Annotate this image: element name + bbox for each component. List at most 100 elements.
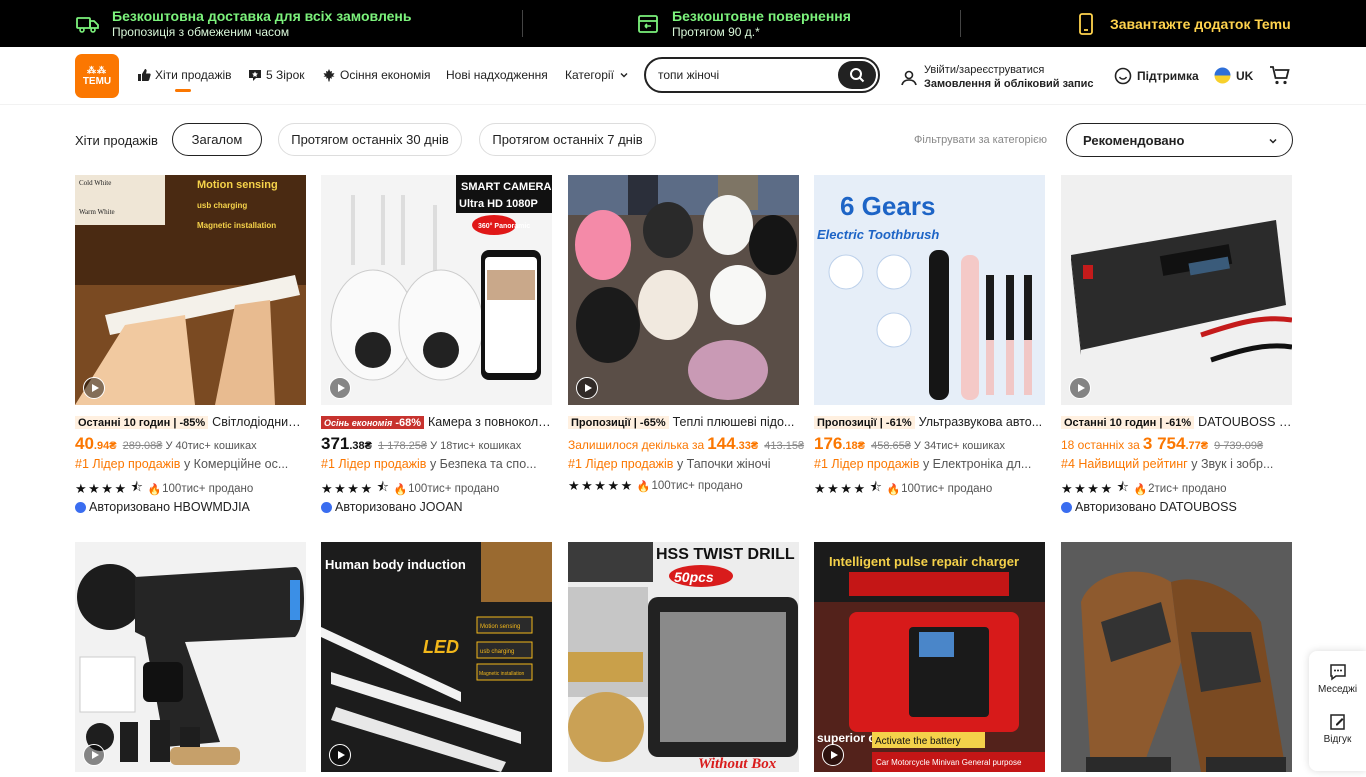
video-play-icon[interactable]: [1069, 377, 1091, 399]
rank-row[interactable]: #4 Найвищий рейтинг у Звук і зобр...: [1061, 457, 1292, 471]
search-button[interactable]: [838, 61, 876, 89]
logo-text: TEMU: [82, 76, 112, 87]
product-image[interactable]: [1061, 542, 1292, 772]
support-link[interactable]: Підтримка: [1114, 67, 1199, 85]
rating-row: ★★★★ ⯪ 🔥 2тис+ продано: [1061, 478, 1227, 500]
maple-leaf-icon: [323, 69, 335, 82]
product-image[interactable]: HSS TWIST DRILL 50pcs Without Box: [568, 542, 799, 772]
nav-autumn-savings[interactable]: Осіння економія: [322, 68, 431, 82]
seller-auth-row[interactable]: Авторизовано DATOUBOSS: [1061, 500, 1237, 514]
product-title: Теплі плюшеві підо...: [672, 415, 795, 429]
rank-label: #1 Лідер продажів: [814, 457, 920, 471]
price-main: 176: [814, 434, 843, 453]
image-text: 6 Gears: [840, 191, 935, 221]
site-header: ⁂⁂ TEMU Хіти продажів 5 Зірок Осіння еко…: [0, 47, 1366, 105]
account-sign-in: Увійти/зареєструватися: [924, 64, 1045, 76]
product-image[interactable]: Intelligent pulse repair charger superio…: [814, 542, 1045, 772]
language-selector[interactable]: UK: [1214, 67, 1253, 84]
image-text: Intelligent pulse repair charger: [829, 554, 1019, 569]
download-app-text: Завантажте додаток Temu: [1110, 15, 1291, 32]
nav-label: Категорії: [565, 68, 614, 82]
feedback-button[interactable]: Відгук: [1309, 713, 1366, 745]
thumbs-up-icon: [138, 69, 151, 81]
shopping-cart-icon: [1270, 66, 1290, 85]
product-title-row[interactable]: Пропозиції | -65% Теплі плюшеві підо...: [568, 415, 799, 429]
nav-new-arrivals[interactable]: Нові надходження: [446, 68, 548, 82]
messages-label: Меседжі: [1317, 684, 1358, 695]
feedback-edit-icon: [1329, 714, 1345, 730]
nav-best-sellers[interactable]: Хіти продажів: [137, 68, 232, 82]
price-row: 40.94₴ 289.08₴ У 40тис+ кошиках: [75, 434, 306, 454]
download-app-promo[interactable]: Завантажте додаток Temu: [1074, 0, 1291, 47]
deal-tag: Пропозиції | -61%: [814, 416, 915, 429]
filter-section-label: Хіти продажів: [75, 133, 158, 148]
image-text: 50pcs: [674, 569, 714, 585]
language-label: UK: [1236, 68, 1254, 83]
video-play-icon[interactable]: [329, 744, 351, 766]
video-play-icon[interactable]: [83, 744, 105, 766]
product-image[interactable]: [1061, 175, 1292, 405]
rating-row: ★★★★ ⯪ 🔥 100тис+ продано: [75, 478, 253, 500]
product-title-row[interactable]: Осінь економія -68% Камера з повнокольоро…: [321, 415, 552, 429]
shipping-title: Безкоштовна доставка для всіх замовлень: [112, 7, 412, 24]
cart-count: У 40тис+ кошиках: [165, 440, 257, 452]
video-play-icon[interactable]: [83, 377, 105, 399]
rank-category: у Електроніка дл...: [922, 457, 1032, 471]
seller-auth-row[interactable]: Авторизовано JOOAN: [321, 500, 463, 514]
rank-row[interactable]: #1 Лідер продажів у Тапочки жіночі: [568, 457, 799, 471]
product-title-row[interactable]: Останні 10 годин | -61%DATOUBOSS 15...: [1061, 415, 1292, 429]
rank-row[interactable]: #1 Лідер продажів у Електроніка дл...: [814, 457, 1045, 471]
rank-row[interactable]: #1 Лідер продажів у Безпека та спо...: [321, 457, 552, 471]
image-text: Car Motorcycle Minivan General purpose: [876, 758, 1022, 767]
account-menu[interactable]: Увійти/зареєструватися Замовлення й облі…: [900, 63, 1094, 92]
search-icon: [850, 68, 865, 83]
product-image[interactable]: Human body induction LED Motion sensing …: [321, 542, 552, 772]
product-title-row[interactable]: Останні 10 годин | -85% Світлодіодний ...: [75, 415, 306, 429]
nav-label: Осіння економія: [340, 68, 431, 82]
fire-icon: 🔥: [147, 483, 162, 496]
product-image[interactable]: SMART CAMERA Ultra HD 1080P 360° Panoram…: [321, 175, 552, 405]
messages-button[interactable]: Меседжі: [1309, 663, 1366, 695]
free-return-promo[interactable]: Безкоштовне повернення Протягом 90 д.*: [636, 0, 851, 47]
product-image[interactable]: 6 Gears Electric Toothbrush: [814, 175, 1045, 405]
price-note: Залишилося декілька за: [568, 438, 705, 452]
product-image[interactable]: [568, 175, 799, 405]
sort-dropdown[interactable]: Рекомендовано: [1066, 123, 1293, 157]
seller-auth-row[interactable]: Авторизовано HBOWMDJIA: [75, 500, 250, 514]
product-title: Світлодіодний ...: [212, 415, 306, 429]
price-cents: .18₴: [842, 440, 866, 452]
filter-pill-7-days[interactable]: Протягом останніх 7 днів: [479, 123, 656, 156]
nav-categories[interactable]: Категорії: [565, 68, 633, 82]
product-title-row[interactable]: Пропозиції | -61% Ультразвукова авто...: [814, 415, 1045, 429]
deal-tag-label: Пропозиції: [571, 417, 631, 429]
rank-category: у Безпека та спо...: [429, 457, 537, 471]
nav-5-stars[interactable]: 5 Зірок: [248, 68, 305, 82]
rank-label: #1 Лідер продажів: [568, 457, 674, 471]
old-price: 458.65₴: [871, 440, 911, 452]
product-image[interactable]: [75, 542, 306, 772]
free-shipping-promo[interactable]: Безкоштовна доставка для всіх замовлень …: [76, 0, 412, 47]
product-title: DATOUBOSS 15...: [1198, 415, 1292, 429]
rank-category: у Комерційне ос...: [183, 457, 289, 471]
filter-pill-30-days[interactable]: Протягом останніх 30 днів: [278, 123, 462, 156]
cart-button[interactable]: [1269, 64, 1291, 91]
temu-logo[interactable]: ⁂⁂ TEMU: [75, 54, 119, 98]
nav-label: 5 Зірок: [266, 68, 305, 82]
return-title: Безкоштовне повернення: [672, 7, 851, 24]
filter-bar: Хіти продажів Загалом Протягом останніх …: [0, 123, 1366, 157]
return-subtitle: Протягом 90 д.*: [672, 24, 760, 39]
verified-badge-icon: [75, 501, 86, 513]
product-image[interactable]: Cold White Warm White Motion sensing usb…: [75, 175, 306, 405]
search-input[interactable]: [646, 68, 836, 82]
rank-row[interactable]: #1 Лідер продажів у Комерційне ос...: [75, 457, 306, 471]
price-main: 40: [75, 434, 94, 453]
video-play-icon[interactable]: [576, 377, 598, 399]
filter-pill-overall[interactable]: Загалом: [172, 123, 262, 156]
image-text: Magnetic installation: [197, 221, 276, 230]
video-play-icon[interactable]: [822, 744, 844, 766]
image-text: LED: [423, 637, 459, 657]
video-play-icon[interactable]: [329, 377, 351, 399]
sold-count: 100тис+ продано: [901, 483, 993, 495]
fire-icon: 🔥: [886, 483, 901, 496]
price: 3 754.77₴: [1143, 434, 1208, 453]
